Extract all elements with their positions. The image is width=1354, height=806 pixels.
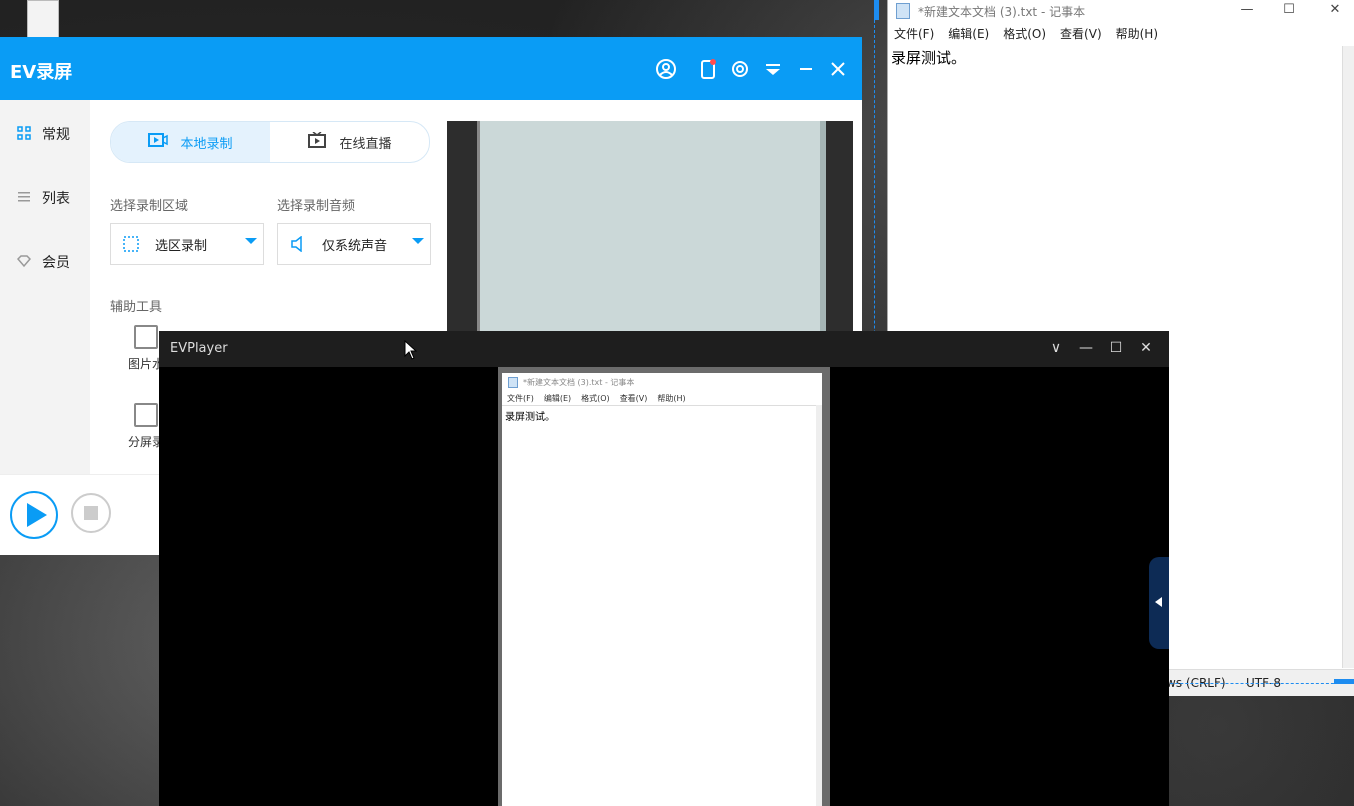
video-notepad-frame: *新建文本文档 (3).txt - 记事本 文件(F) 编辑(E) 格式(O) … [502,373,822,806]
split-screen-icon [134,403,158,427]
record-mode-toggle: 本地录制 在线直播 [110,121,430,163]
audio-dropdown-value: 仅系统声音 [322,238,388,254]
video-notepad-scrollbar [816,405,822,806]
tab-local-label: 本地录制 [180,136,233,152]
chevron-down-icon [412,238,424,244]
ev-header[interactable]: EV录屏 [0,37,862,100]
desktop-file-icon[interactable] [27,0,59,38]
mobile-icon[interactable] [697,58,719,80]
minimize-button[interactable]: — [1076,340,1096,356]
menu-file[interactable]: 文件(F) [894,25,934,42]
close-icon[interactable] [827,58,849,80]
video-notepad-titlebar: *新建文本文档 (3).txt - 记事本 [502,373,822,391]
notepad-title: *新建文本文档 (3).txt - 记事本 [918,4,1086,19]
menu-help[interactable]: 帮助(H) [1116,25,1158,42]
sidebar-item-member[interactable]: 会员 [16,252,70,272]
tab-local-record[interactable]: 本地录制 [111,122,270,162]
chevron-down-icon[interactable]: ∨ [1046,340,1066,356]
tab-live-label: 在线直播 [339,136,392,152]
settings-gear-icon[interactable] [729,58,751,80]
notepad-text-area[interactable]: 录屏测试。 [888,44,1354,71]
selection-area-icon [123,236,139,252]
notepad-icon [508,376,518,388]
audio-dropdown[interactable]: 仅系统声音 [277,223,431,265]
image-icon [134,325,158,349]
stop-record-button[interactable] [71,493,111,533]
sidebar-item-label: 会员 [42,255,70,271]
chevron-down-icon [245,238,257,244]
player-video-frame[interactable]: *新建文本文档 (3).txt - 记事本 文件(F) 编辑(E) 格式(O) … [498,367,830,806]
video-menu-item: 文件(F) [507,393,534,403]
video-menu-item: 查看(V) [619,393,648,403]
audio-select-label: 选择录制音频 [277,199,356,214]
list-icon [16,190,32,206]
menu-edit[interactable]: 编辑(E) [948,25,989,42]
evplayer-window: EVPlayer ∨ — ☐ ✕ *新建文本文档 (3).txt - 记事本 文… [159,331,1169,806]
player-title: EVPlayer [170,341,228,356]
video-notepad-menubar: 文件(F) 编辑(E) 格式(O) 查看(V) 帮助(H) [502,391,822,405]
minimize-icon[interactable] [795,58,817,80]
video-menu-item: 帮助(H) [657,393,686,403]
grid-icon [16,126,32,142]
menu-view[interactable]: 查看(V) [1060,25,1102,42]
notepad-icon [896,3,910,19]
area-dropdown[interactable]: 选区录制 [110,223,264,265]
close-button[interactable]: ✕ [1312,2,1354,17]
sidebar-item-label: 常规 [42,127,70,143]
start-record-button[interactable] [10,491,58,539]
tools-label: 辅助工具 [110,300,163,315]
record-preview [447,121,853,331]
diamond-icon [16,254,32,270]
speaker-icon [290,235,306,253]
notepad-scrollbar[interactable] [1342,46,1354,668]
video-menu-item: 格式(O) [581,393,610,403]
selection-handle-top[interactable] [874,0,879,20]
area-select-label: 选择录制区域 [110,199,189,214]
collapse-panel-tab[interactable] [1149,557,1169,649]
sidebar-item-list[interactable]: 列表 [16,188,70,208]
video-camera-icon [148,132,169,152]
area-dropdown-value: 选区录制 [155,238,208,254]
video-notepad-text: 录屏测试。 [502,405,822,425]
video-menu-item: 编辑(E) [543,393,572,403]
maximize-button[interactable]: ☐ [1266,2,1312,17]
selection-handle-right[interactable] [1334,679,1354,684]
minimize-button[interactable]: — [1224,2,1270,17]
sidebar-item-label: 列表 [42,191,70,207]
video-notepad-title: *新建文本文档 (3).txt - 记事本 [523,377,635,387]
user-icon[interactable] [655,58,677,80]
tab-live-stream[interactable]: 在线直播 [270,122,429,162]
preview-image [477,121,826,331]
player-titlebar[interactable]: EVPlayer ∨ — ☐ ✕ [159,331,1169,367]
sidebar-item-general[interactable]: 常规 [16,124,70,144]
notepad-menubar: 文件(F) 编辑(E) 格式(O) 查看(V) 帮助(H) [888,22,1354,44]
dropdown-menu-icon[interactable] [762,58,784,80]
notepad-titlebar[interactable]: *新建文本文档 (3).txt - 记事本 — ☐ ✕ [888,0,1354,22]
maximize-button[interactable]: ☐ [1106,340,1126,356]
tv-icon [307,131,327,152]
app-title: EV录屏 [10,62,73,83]
menu-format[interactable]: 格式(O) [1003,25,1046,42]
close-button[interactable]: ✕ [1136,340,1156,356]
